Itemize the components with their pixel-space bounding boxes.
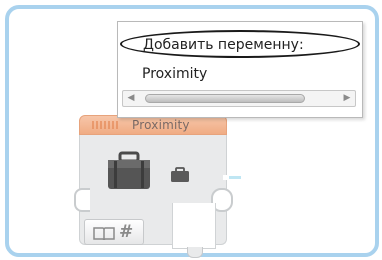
add-variable-label: Добавить переменну: (143, 37, 304, 53)
briefcase-icon (108, 151, 150, 189)
value-parameter-slot[interactable] (172, 203, 216, 249)
book-icon (93, 227, 115, 240)
hash-icon: # (119, 222, 134, 242)
block-header[interactable]: Proximity (79, 115, 227, 135)
block-title: Proximity (132, 118, 190, 132)
block-body: # (74, 135, 233, 258)
variable-item-proximity[interactable]: Proximity (142, 63, 207, 85)
grip-handle[interactable] (92, 121, 120, 129)
add-variable-item[interactable]: Добавить переменну: (120, 30, 360, 58)
variable-dropdown: Добавить переменну: Proximity ◀ ▶ (117, 21, 363, 118)
scrollbar-thumb[interactable] (145, 94, 305, 103)
output-wire (223, 175, 241, 180)
small-briefcase-icon (171, 167, 189, 182)
sequence-input-port[interactable] (74, 188, 90, 212)
scroll-right-icon[interactable]: ▶ (340, 91, 354, 106)
mode-selector-button[interactable]: # (84, 219, 144, 245)
variable-block[interactable]: Proximity # (74, 113, 233, 258)
horizontal-scrollbar[interactable]: ◀ ▶ (122, 90, 356, 107)
parameter-tab (187, 247, 203, 258)
scroll-left-icon[interactable]: ◀ (124, 91, 138, 106)
